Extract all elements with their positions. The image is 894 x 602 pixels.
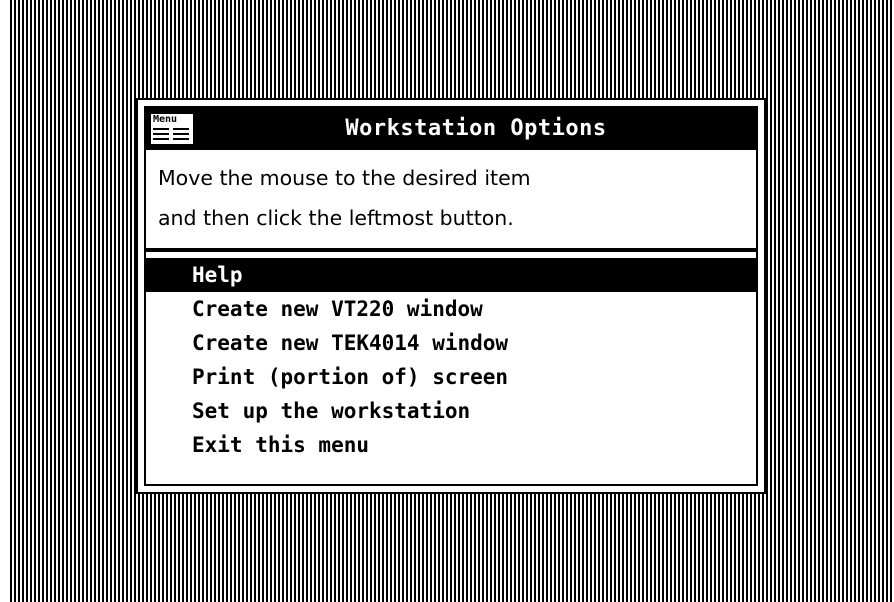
- instructions-line-1: Move the mouse to the desired item: [158, 166, 531, 190]
- menu-icon-label: Menu: [153, 114, 178, 125]
- workstation-options-window: Menu Workstation Options Move the mouse …: [136, 98, 766, 494]
- title-bar: Menu Workstation Options: [146, 108, 756, 150]
- menu-item-print-screen[interactable]: Print (portion of) screen: [146, 360, 756, 394]
- window-frame: Menu Workstation Options Move the mouse …: [144, 106, 758, 486]
- instructions-text: Move the mouse to the desired item and t…: [158, 158, 748, 240]
- menu-item-help[interactable]: Help: [146, 258, 756, 292]
- menu-icon[interactable]: Menu: [150, 113, 194, 145]
- menu-lines-icon: [153, 128, 189, 140]
- separator: [146, 248, 756, 252]
- menu-list: Help Create new VT220 window Create new …: [146, 258, 756, 462]
- menu-item-create-vt220-window[interactable]: Create new VT220 window: [146, 292, 756, 326]
- instructions-line-2: and then click the leftmost button.: [158, 206, 514, 230]
- menu-item-create-tek4014-window[interactable]: Create new TEK4014 window: [146, 326, 756, 360]
- menu-item-setup-workstation[interactable]: Set up the workstation: [146, 394, 756, 428]
- window-title: Workstation Options: [345, 116, 607, 141]
- menu-item-exit-menu[interactable]: Exit this menu: [146, 428, 756, 462]
